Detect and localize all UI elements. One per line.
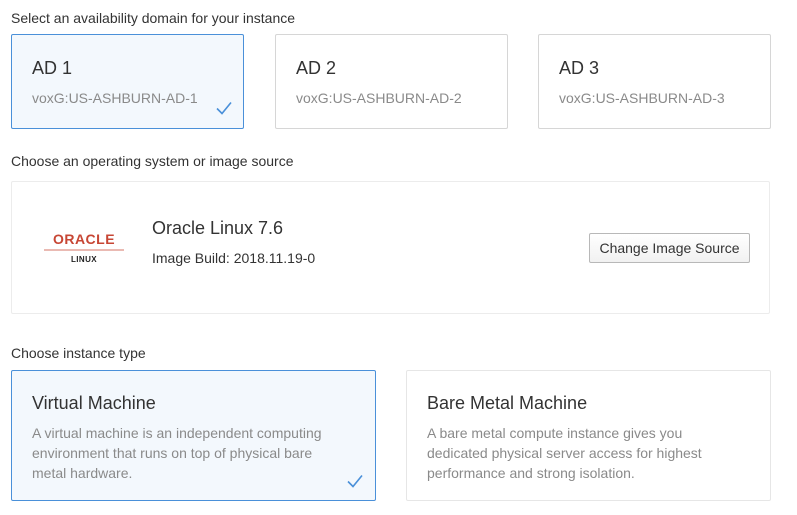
ad-card-title: AD 2 [296, 58, 337, 78]
instance-type-virtual-machine[interactable]: Virtual Machine A virtual machine is an … [11, 370, 376, 501]
ad-card-id: voxG:US-ASHBURN-AD-3 [559, 90, 725, 106]
availability-domain-label: Select an availability domain for your i… [11, 10, 296, 26]
instance-type-bare-metal[interactable]: Bare Metal Machine A bare metal compute … [406, 370, 771, 501]
image-build: Image Build: 2018.11.19-0 [152, 250, 316, 266]
image-source-label: Choose an operating system or image sour… [11, 153, 294, 169]
image-source-panel: ORACLE LINUX Oracle Linux 7.6 Image Buil… [11, 181, 770, 314]
instance-type-description: A virtual machine is an independent comp… [32, 425, 322, 481]
oracle-linux-logo: ORACLE LINUX [44, 231, 124, 264]
ad-card-3[interactable]: AD 3 voxG:US-ASHBURN-AD-3 [538, 34, 771, 129]
checkmark-icon [216, 101, 232, 115]
instance-type-title: Virtual Machine [32, 393, 156, 413]
change-image-source-button[interactable]: Change Image Source [589, 233, 750, 263]
os-name: Oracle Linux 7.6 [152, 218, 284, 238]
ad-card-id: voxG:US-ASHBURN-AD-1 [32, 90, 198, 106]
ad-card-2[interactable]: AD 2 voxG:US-ASHBURN-AD-2 [275, 34, 508, 129]
svg-text:ORACLE: ORACLE [53, 231, 115, 247]
instance-type-label: Choose instance type [11, 345, 146, 361]
ad-card-1[interactable]: AD 1 voxG:US-ASHBURN-AD-1 [11, 34, 244, 129]
ad-card-title: AD 3 [559, 58, 600, 78]
svg-text:LINUX: LINUX [71, 255, 97, 264]
ad-card-title: AD 1 [32, 58, 73, 78]
instance-type-description: A bare metal compute instance gives you … [427, 425, 702, 481]
ad-card-id: voxG:US-ASHBURN-AD-2 [296, 90, 462, 106]
instance-type-title: Bare Metal Machine [427, 393, 588, 413]
checkmark-icon [347, 474, 363, 488]
